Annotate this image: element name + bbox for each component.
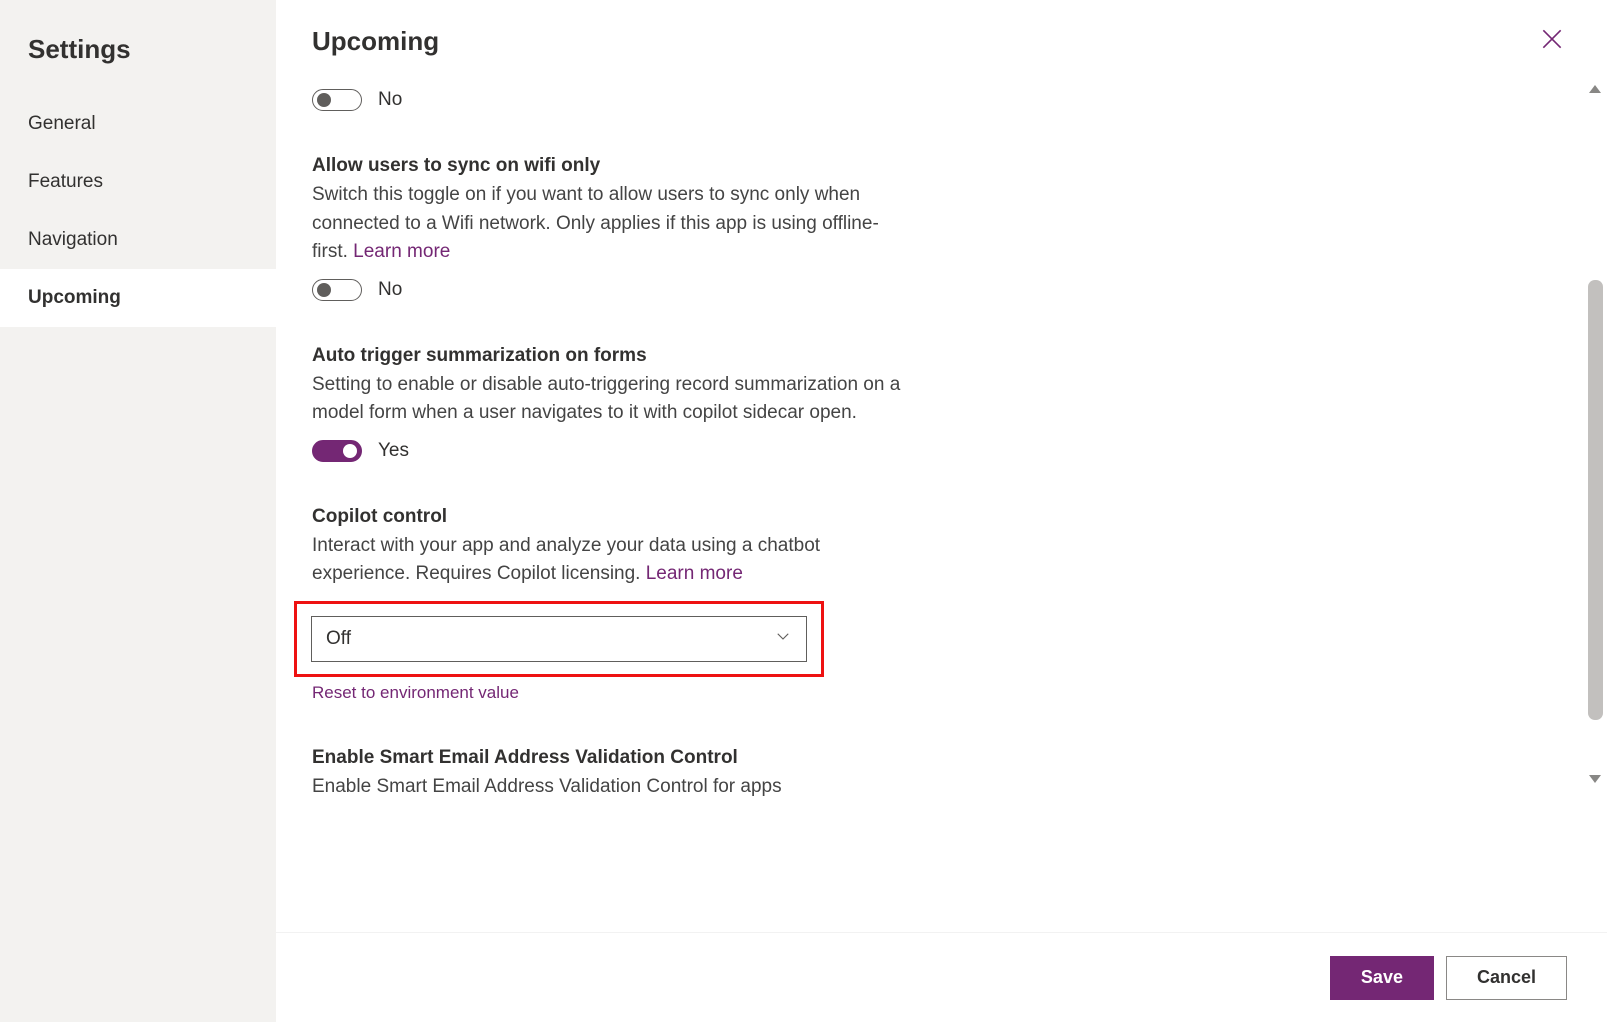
main-panel: Upcoming No Allow users to sync on: [276, 0, 1607, 1022]
settings-sidebar: Settings General Features Navigation Upc…: [0, 0, 276, 1022]
smart-email-description: Enable Smart Email Address Validation Co…: [312, 773, 912, 802]
cancel-button[interactable]: Cancel: [1446, 956, 1567, 1000]
close-button[interactable]: [1533, 20, 1571, 63]
sidebar-item-upcoming[interactable]: Upcoming: [0, 269, 276, 327]
scroll-up-button[interactable]: [1587, 82, 1603, 96]
scroll-down-button[interactable]: [1587, 772, 1603, 786]
auto-summarization-toggle[interactable]: [312, 440, 362, 462]
sidebar-item-navigation[interactable]: Navigation: [0, 211, 276, 269]
copilot-learn-more-link[interactable]: Learn more: [646, 563, 743, 584]
close-icon: [1539, 26, 1565, 57]
previous-setting-toggle[interactable]: [312, 89, 362, 111]
copilot-control-title: Copilot control: [312, 506, 912, 528]
wifi-sync-learn-more-link[interactable]: Learn more: [353, 241, 450, 262]
copilot-select-value: Off: [326, 628, 351, 650]
wifi-sync-toggle[interactable]: [312, 279, 362, 301]
copilot-control-select[interactable]: Off: [311, 616, 807, 662]
auto-summarization-title: Auto trigger summarization on forms: [312, 345, 912, 367]
save-button[interactable]: Save: [1330, 956, 1434, 1000]
wifi-sync-title: Allow users to sync on wifi only: [312, 155, 912, 177]
scrollbar-thumb[interactable]: [1588, 280, 1603, 720]
wifi-sync-description: Switch this toggle on if you want to all…: [312, 181, 912, 267]
auto-summarization-description: Setting to enable or disable auto-trigge…: [312, 371, 912, 428]
previous-setting-toggle-label: No: [378, 89, 402, 111]
footer-actions: Save Cancel: [276, 932, 1607, 1022]
copilot-select-highlight: Off: [294, 601, 824, 677]
sidebar-item-general[interactable]: General: [0, 95, 276, 153]
copilot-reset-link[interactable]: Reset to environment value: [312, 683, 519, 703]
auto-summarization-toggle-label: Yes: [378, 440, 409, 462]
wifi-sync-toggle-label: No: [378, 279, 402, 301]
sidebar-title: Settings: [0, 20, 276, 95]
sidebar-item-features[interactable]: Features: [0, 153, 276, 211]
smart-email-title: Enable Smart Email Address Validation Co…: [312, 747, 912, 769]
page-title: Upcoming: [312, 26, 439, 57]
copilot-control-description: Interact with your app and analyze your …: [312, 532, 912, 589]
content-scroll[interactable]: No Allow users to sync on wifi only Swit…: [276, 63, 1607, 1022]
chevron-down-icon: [774, 627, 792, 651]
